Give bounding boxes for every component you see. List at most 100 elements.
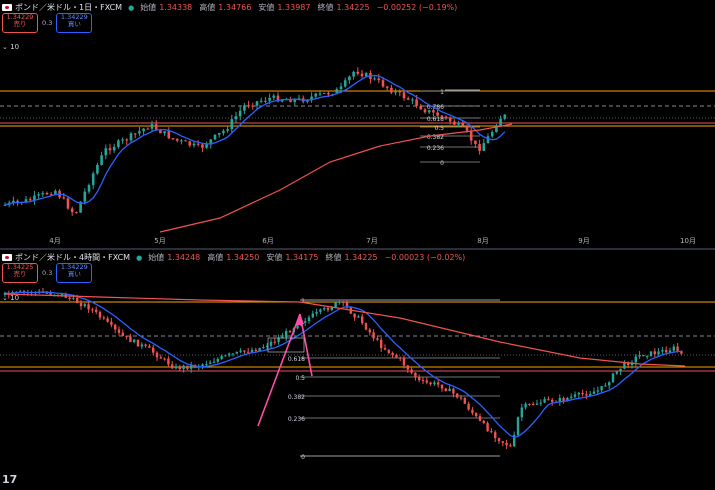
sell-button[interactable]: 1.34229 売り — [2, 13, 38, 33]
candle-body — [146, 128, 150, 130]
candle-body — [285, 331, 288, 338]
annotation-arrow-line — [257, 313, 301, 427]
candle-body — [619, 368, 622, 372]
indicators-toggle[interactable]: ⌄ 10 — [2, 43, 19, 51]
candle-body — [372, 332, 375, 339]
candle-body — [269, 341, 273, 346]
candle-body — [230, 119, 234, 130]
candle-body — [234, 116, 238, 120]
candle-body — [453, 121, 456, 125]
h4-symbol-title[interactable]: ポンド／米ドル・4時間・FXCM — [15, 252, 130, 263]
daily-chart-canvas[interactable]: 10.7860.6180.50.3820.23604月 5月 6月 7月 8月 9月 10月 — [0, 0, 715, 248]
candle-body — [95, 309, 98, 312]
candle-body — [91, 173, 95, 186]
candle-body — [129, 336, 132, 343]
candle-body — [121, 139, 124, 141]
candle-body — [182, 365, 185, 369]
candle-body — [380, 339, 383, 349]
close-value: 1.34225 — [344, 253, 378, 262]
low-label: 安値 — [258, 3, 275, 12]
candle-body — [108, 148, 112, 151]
change-value: −0.00252 (−0.19%) — [376, 3, 458, 12]
fib-level-label: 0 — [440, 160, 444, 167]
candle-body — [402, 358, 406, 366]
candle-body — [205, 144, 208, 148]
daily-symbol-title[interactable]: ポンド／米ドル・1日・FXCM — [15, 2, 122, 13]
candle-body — [532, 403, 535, 405]
month-tick-label: 8月 — [477, 237, 488, 245]
market-status-icon: ● — [136, 253, 143, 262]
sell-button[interactable]: 1.34225 売り — [2, 263, 38, 283]
daily-trade-box: 1.34229 売り 0.3 1.34229 買い — [2, 13, 93, 33]
candle-body — [390, 87, 393, 93]
candle-body — [304, 321, 307, 323]
candle-body — [573, 394, 577, 397]
close-label: 終値 — [325, 253, 342, 262]
tradingview-logo[interactable]: 17 — [2, 473, 17, 486]
candle-body — [319, 309, 322, 312]
fib-level-label: 0.5 — [295, 375, 305, 382]
candle-body — [665, 350, 668, 353]
candle-body — [592, 391, 596, 394]
candle-body — [402, 92, 406, 99]
candle-body — [646, 356, 649, 358]
candle-body — [315, 311, 318, 314]
candle-body — [406, 98, 410, 100]
candle-body — [615, 371, 618, 374]
candle-body — [381, 80, 385, 87]
candle-body — [348, 76, 351, 81]
candle-body — [440, 384, 444, 389]
candle-body — [361, 316, 364, 324]
candle-body — [129, 133, 133, 141]
candle-body — [186, 365, 189, 369]
candle-body — [239, 350, 242, 352]
candle-body — [524, 403, 527, 408]
fib-level-label: 0.236 — [427, 145, 444, 152]
ma-short-line — [4, 291, 682, 438]
candle-body — [163, 131, 166, 134]
candle-body — [41, 193, 45, 195]
candle-body — [277, 338, 280, 342]
candle-body — [192, 143, 196, 146]
h4-legend: ポンド／米ドル・4時間・FXCM ● 始値 1.34248 高値 1.34250 安… — [2, 252, 465, 263]
candle-body — [72, 297, 75, 299]
open-label: 始値 — [140, 3, 157, 12]
candle-body — [676, 346, 679, 351]
candle-body — [600, 386, 603, 391]
h4-chart-pane[interactable]: 1 0.618 0.5 0.382 0.236 0 ポンド／米ドル・4時間・FXCM ● … — [0, 250, 715, 490]
candle-body — [142, 128, 145, 132]
candle-body — [188, 141, 192, 146]
buy-button[interactable]: 1.34229 買い — [56, 263, 93, 283]
close-label: 終値 — [317, 3, 334, 12]
chevron-down-icon: ⌄ — [2, 43, 8, 51]
candle-body — [469, 130, 473, 141]
candle-body — [623, 362, 626, 369]
candle-body — [427, 110, 431, 113]
candle-body — [459, 397, 463, 399]
indicators-toggle[interactable]: ⌄ 10 — [2, 294, 19, 302]
candle-body — [62, 197, 66, 199]
candle-body — [222, 130, 225, 134]
candle-body — [98, 311, 102, 318]
candle-body — [167, 131, 171, 139]
month-tick-label: 4月 — [49, 237, 60, 245]
candle-body — [273, 341, 276, 343]
candle-body — [649, 351, 653, 357]
candle-body — [490, 132, 494, 137]
candle-body — [125, 139, 129, 141]
candle-body — [117, 329, 121, 333]
candle-body — [96, 164, 99, 174]
candle-body — [100, 155, 103, 165]
daily-chart-pane[interactable]: 1 0.786 0.618 0.5 0.382 0.236 0 4月 5月 6月 7月 8月 9月 10月… — [0, 0, 715, 248]
candle-body — [461, 123, 465, 126]
candle-body — [70, 208, 74, 213]
candle-body — [114, 324, 117, 330]
candle-body — [406, 365, 409, 370]
candle-body — [307, 317, 311, 322]
buy-button[interactable]: 1.34229 買い — [56, 13, 93, 33]
candle-body — [638, 354, 641, 357]
candle-body — [520, 407, 523, 418]
candle-body — [415, 99, 418, 106]
h4-chart-canvas[interactable]: 1 0.618 0.5 0.382 0.236 0 — [0, 250, 715, 490]
month-tick-label: 6月 — [262, 237, 273, 245]
